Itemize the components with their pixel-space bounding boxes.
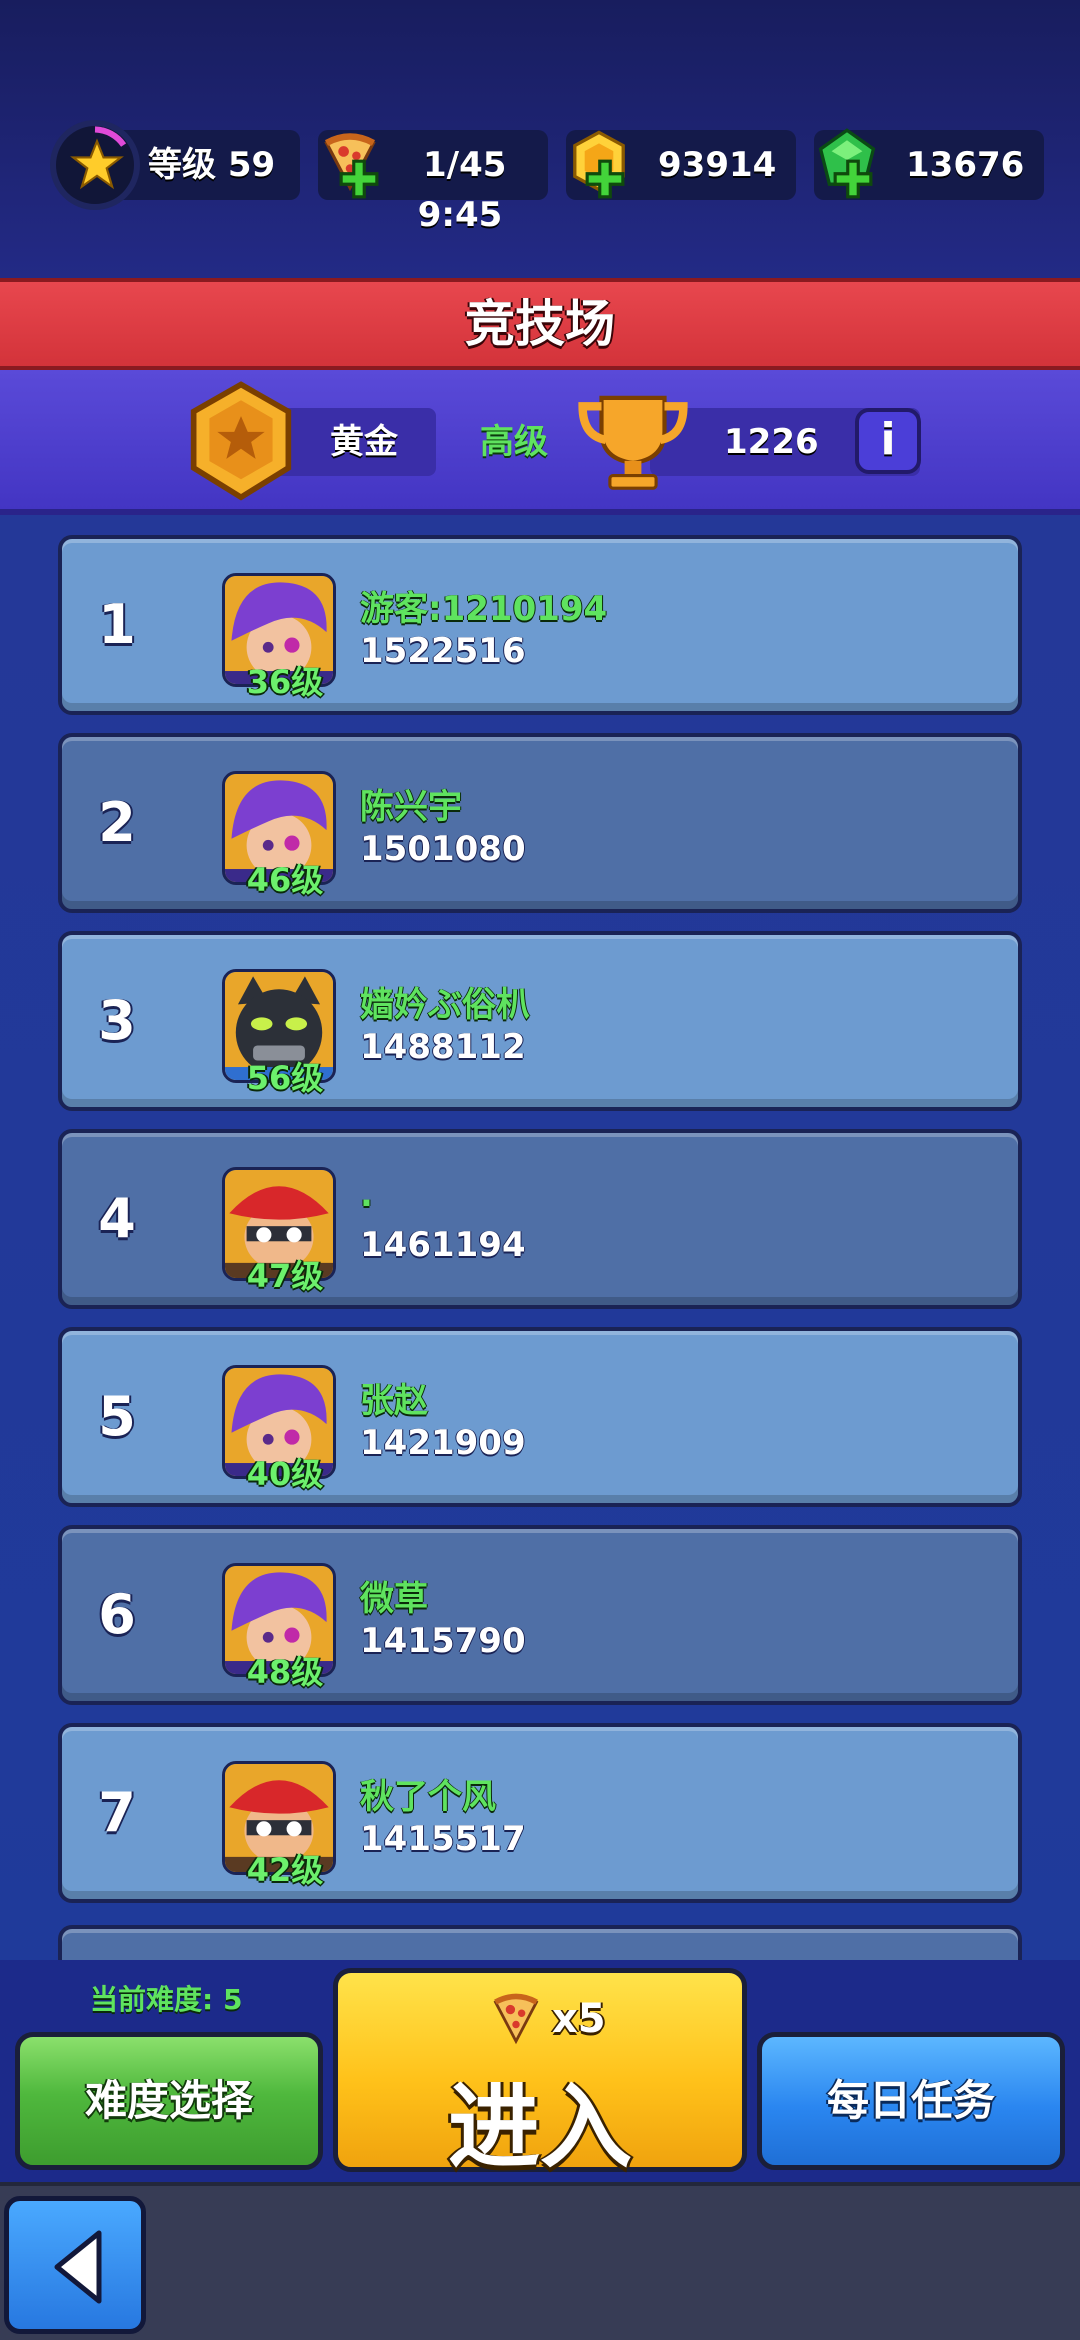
list-item[interactable]: 3 56级 嫱妗ぶ俗朳 1488112: [58, 931, 1022, 1111]
list-item[interactable]: 4 47级. 1461194: [58, 1129, 1022, 1309]
arena-title: 竞技场: [0, 278, 1080, 370]
add-pizza-icon[interactable]: [338, 158, 380, 200]
player-level: 56级: [246, 1059, 324, 1097]
level-label: 等级 59: [148, 145, 276, 185]
list-item[interactable]: 7 42级 秋了个风 1415517: [58, 1723, 1022, 1903]
gold-badge-icon[interactable]: [182, 380, 300, 504]
enter-button[interactable]: x5 进入: [333, 1968, 747, 2181]
footer-bar: [0, 2182, 1080, 2340]
back-button[interactable]: [4, 2196, 146, 2334]
top-resource-bar: 等级 59 1/45 9:45 93914 13676: [0, 0, 1080, 280]
rank-number: 1: [98, 593, 136, 656]
leaderboard-list[interactable]: 1 36级 游客:1210194 1522516 2 46级 陈兴宇 1501080 3 56级嫱…: [0, 515, 1080, 1960]
rank-number: 3: [98, 989, 136, 1052]
player-score: 1415517: [360, 1819, 526, 1859]
pizza-count: 1/45: [423, 145, 507, 185]
player-name: .: [360, 1175, 373, 1215]
rank-number: 4: [98, 1187, 136, 1250]
rank-number: 6: [98, 1583, 136, 1646]
tier-label: 黄金: [330, 422, 398, 462]
player-score: 1421909: [360, 1423, 526, 1463]
enter-label: 进入: [447, 2074, 632, 2181]
gem-amount: 13676: [906, 145, 1025, 185]
player-score: 1501080: [360, 829, 526, 869]
list-item-partial: [58, 1925, 1022, 1960]
level-star-icon[interactable]: [50, 120, 140, 210]
player-score: 1522516: [360, 631, 526, 671]
rank-number: 2: [98, 791, 136, 854]
player-level: 46级: [246, 861, 324, 899]
player-name: 微草: [360, 1579, 428, 1619]
player-score: 1461194: [360, 1225, 526, 1265]
list-item[interactable]: 5 40级 张赵 1421909: [58, 1327, 1022, 1507]
pizza-timer: 9:45: [417, 195, 503, 235]
player-level: 40级: [246, 1455, 324, 1493]
back-arrow-icon: [54, 2230, 102, 2304]
player-level: 47级: [246, 1257, 324, 1295]
trophy-count: 1226: [724, 422, 819, 462]
list-item[interactable]: 1 36级 游客:1210194 1522516: [58, 535, 1022, 715]
player-level: 48级: [246, 1653, 324, 1691]
player-name: 嫱妗ぶ俗朳: [360, 985, 530, 1025]
trophy-icon: [578, 395, 688, 490]
star-icon: [70, 138, 124, 190]
player-name: 陈兴宇: [360, 787, 462, 827]
player-level: 42级: [246, 1851, 324, 1889]
enter-cost-label: x5: [552, 1996, 606, 2042]
player-score: 1488112: [360, 1027, 526, 1067]
player-name: 张赵: [360, 1381, 428, 1421]
list-item[interactable]: 2 46级 陈兴宇 1501080: [58, 733, 1022, 913]
rank-number: 5: [98, 1385, 136, 1448]
rank-number: 7: [98, 1781, 136, 1844]
list-item[interactable]: 6 48级 微草 1415790: [58, 1525, 1022, 1705]
player-name: 秋了个风: [360, 1777, 496, 1817]
player-name: 游客:1210194: [360, 589, 608, 629]
rank-bar: 黄金 高级 1226 i: [0, 370, 1080, 515]
daily-tasks-button[interactable]: 每日任务: [757, 2032, 1065, 2170]
current-difficulty: 当前难度: 5: [90, 1983, 243, 2016]
add-gem-icon[interactable]: [832, 158, 874, 200]
division-label: 高级: [480, 422, 548, 462]
add-gold-icon[interactable]: [584, 158, 626, 200]
gold-amount: 93914: [658, 145, 777, 185]
info-button[interactable]: i: [855, 408, 921, 474]
player-level: 36级: [246, 663, 324, 701]
player-score: 1415790: [360, 1621, 526, 1661]
difficulty-select-button[interactable]: 难度选择: [15, 2032, 323, 2170]
enter-cost: x5: [488, 1989, 606, 2049]
